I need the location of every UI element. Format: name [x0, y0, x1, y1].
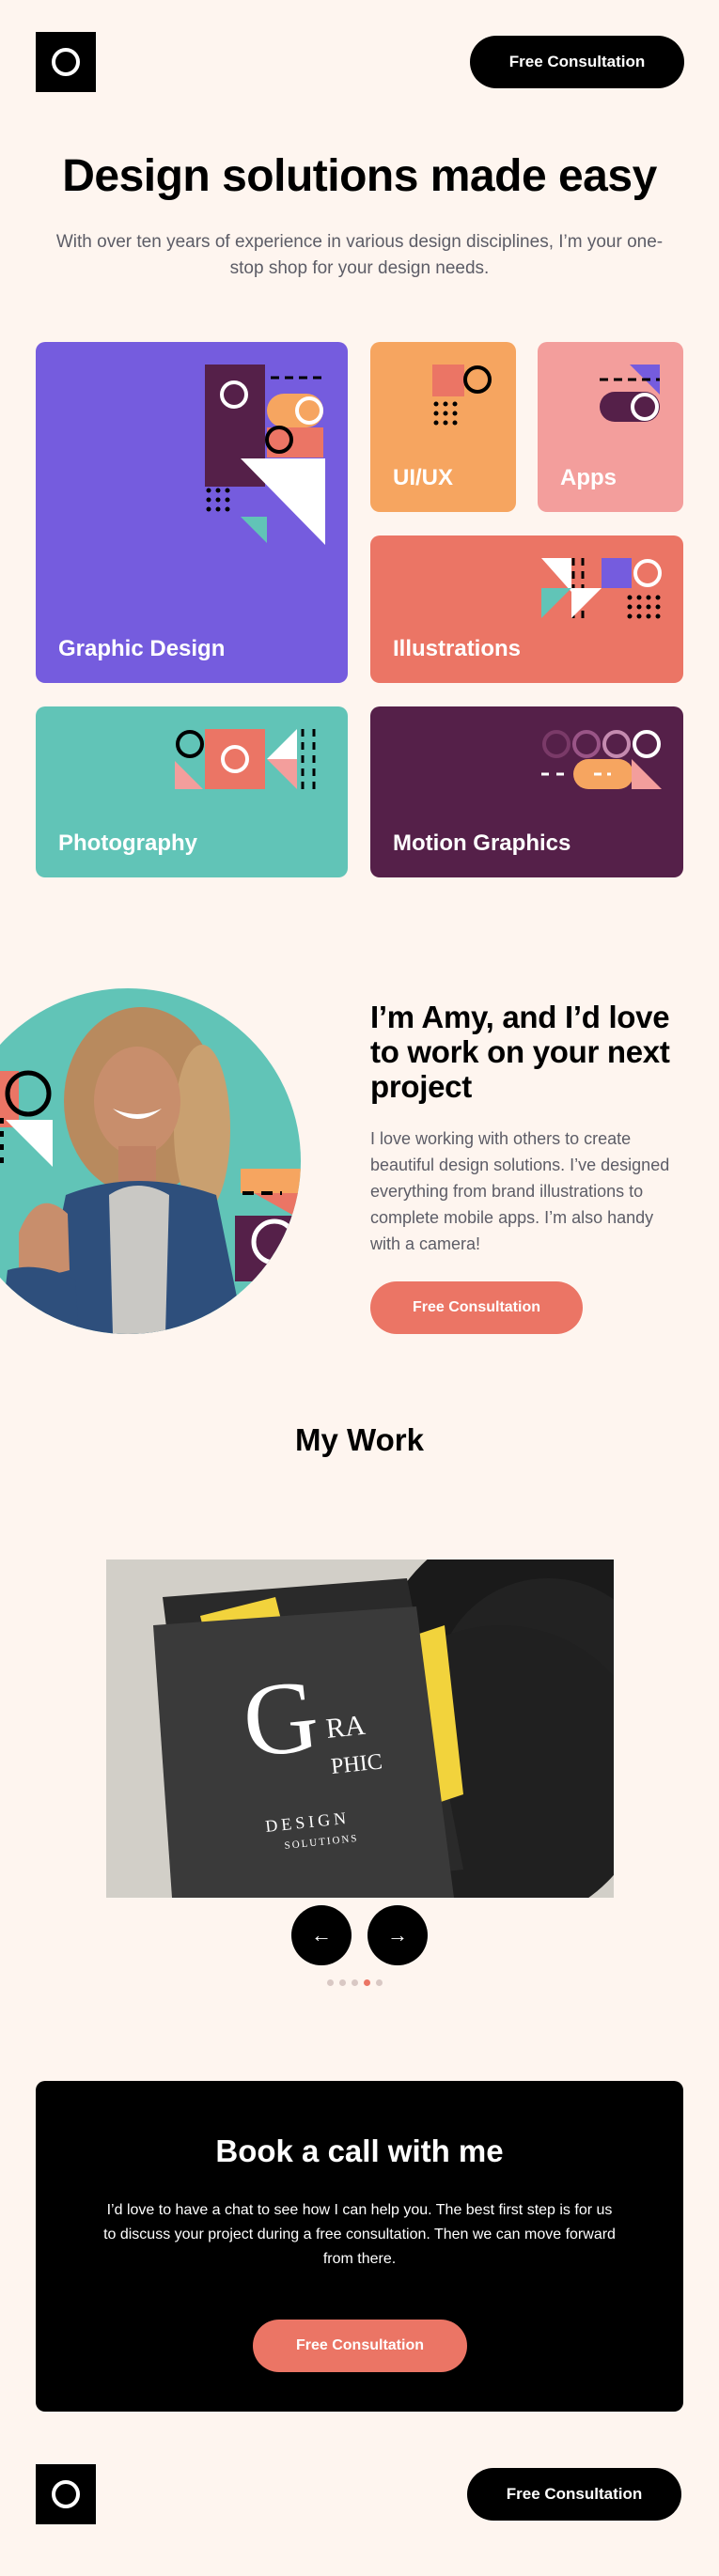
cta-title: Book a call with me — [215, 2134, 504, 2168]
book-big-letter: G — [238, 1657, 324, 1779]
logo-ring-icon — [52, 48, 80, 76]
arrow-right-icon: → — [387, 1923, 408, 1947]
arrow-left-icon: ← — [311, 1923, 332, 1947]
cta-consultation-button[interactable]: Free Consultation — [253, 2320, 467, 2372]
carousel-prev-button[interactable]: ← — [291, 1905, 352, 1965]
hero-subtitle: With over ten years of experience in var… — [55, 232, 664, 278]
book-line-1: RA — [324, 1710, 367, 1745]
card-graphic-design[interactable]: Graphic Design — [36, 342, 348, 683]
card-photography[interactable]: Photography — [36, 706, 348, 877]
logo[interactable] — [36, 32, 96, 92]
carousel-dot[interactable] — [327, 1979, 334, 1986]
header-consultation-button[interactable]: Free Consultation — [470, 36, 684, 88]
about-consultation-button[interactable]: Free Consultation — [370, 1281, 583, 1334]
card-label: Apps — [560, 465, 617, 490]
carousel-dot-active[interactable] — [364, 1979, 370, 1986]
graphic-design-illustration — [205, 365, 325, 545]
profile-photo — [0, 988, 301, 1334]
cta-text: I’d love to have a chat to see how I can… — [103, 2202, 616, 2267]
hero-title: Design solutions made easy — [62, 151, 657, 201]
about-title: I’m Amy, and I’d love to work on your ne… — [370, 1000, 670, 1104]
card-motion-graphics[interactable]: Motion Graphics — [370, 706, 683, 877]
card-label: Illustrations — [393, 636, 522, 661]
about-text: I love working with others to create bea… — [370, 1129, 670, 1253]
cta-section: Book a call with me I’d love to have a c… — [36, 2081, 683, 2412]
footer-consultation-button[interactable]: Free Consultation — [467, 2468, 681, 2521]
card-label: Motion Graphics — [393, 830, 571, 856]
card-ui-ux[interactable]: UI/UX — [370, 342, 516, 512]
card-label: UI/UX — [393, 465, 454, 490]
carousel-dot[interactable] — [339, 1979, 346, 1986]
card-illustrations[interactable]: Illustrations — [370, 535, 683, 683]
card-label: Graphic Design — [58, 636, 226, 661]
carousel-next-button[interactable]: → — [367, 1905, 428, 1965]
work-title: My Work — [295, 1422, 424, 1457]
carousel-dot[interactable] — [352, 1979, 358, 1986]
logo-ring-icon — [52, 2480, 80, 2508]
footer-logo[interactable] — [36, 2464, 96, 2524]
card-apps[interactable]: Apps — [538, 342, 683, 512]
carousel-dot[interactable] — [376, 1979, 383, 1986]
work-slide-image: G RA PHIC DESIGN SOLUTIONS — [106, 1560, 614, 1898]
card-label: Photography — [58, 830, 197, 856]
